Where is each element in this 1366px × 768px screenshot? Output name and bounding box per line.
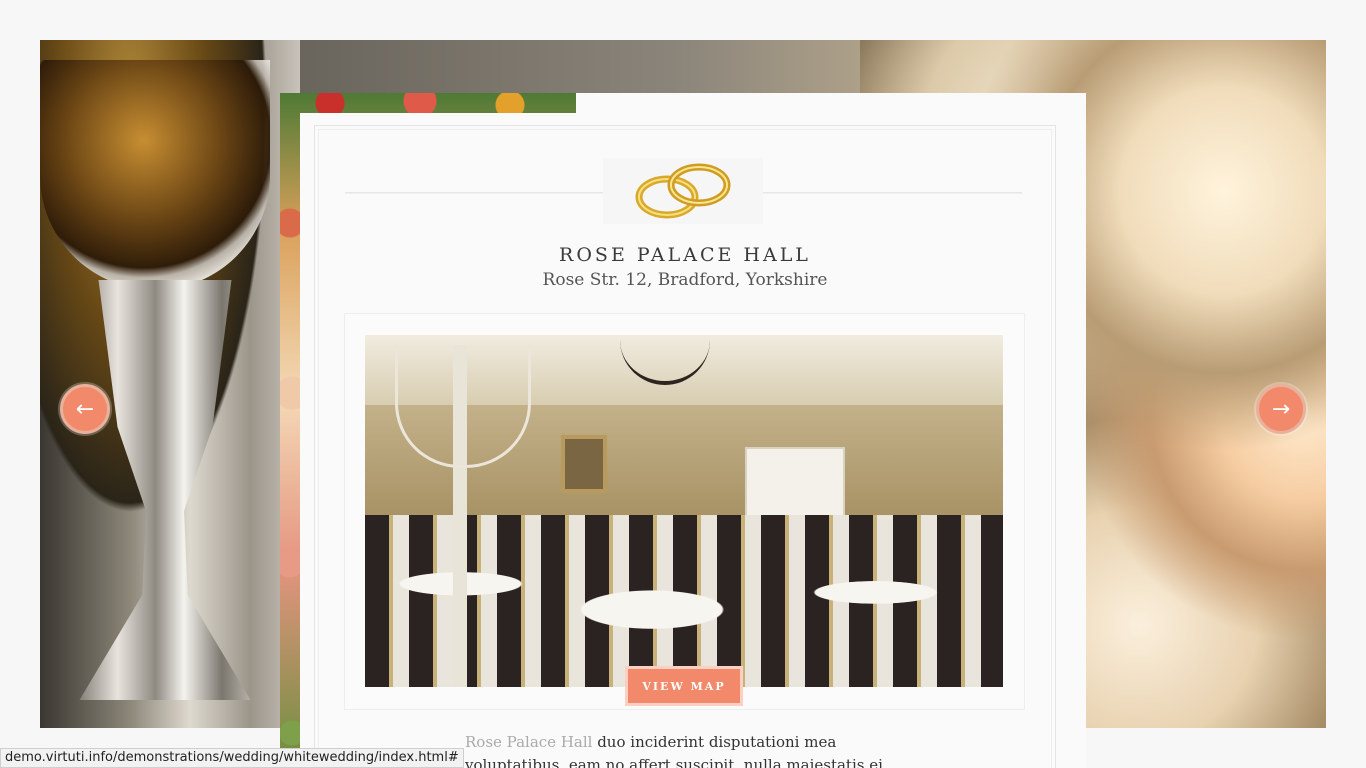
view-map-button[interactable]: VIEW MAP — [625, 666, 743, 706]
background-fabric — [300, 40, 920, 100]
venue-address: Rose Str. 12, Bradford, Yorkshire — [542, 270, 828, 290]
arrow-right-icon: → — [1271, 396, 1291, 422]
photo-candelabra — [395, 345, 531, 687]
photo-door — [745, 447, 845, 522]
venue-card: ROSE PALACE HALL Rose Str. 12, Bradford,… — [300, 113, 1086, 768]
divider-right — [763, 192, 1022, 194]
intro-line1: duo inciderint disputationi mea — [592, 733, 837, 751]
photo-painting — [561, 435, 607, 493]
slider-next-button[interactable]: → — [1256, 384, 1306, 434]
divider-left — [345, 192, 603, 194]
arrow-left-icon: ← — [75, 396, 95, 422]
goblet-stem — [79, 280, 251, 700]
venue-title: ROSE PALACE HALL — [559, 244, 811, 266]
rings-svg — [635, 163, 731, 219]
goblet-rim — [40, 60, 270, 290]
venue-photo-frame: VIEW MAP — [344, 313, 1025, 710]
status-bar-url: demo.virtuti.info/demonstrations/wedding… — [0, 748, 464, 768]
intro-line2: voluptatibus, eam no affert suscipit, nu… — [465, 756, 883, 768]
wedding-rings-icon — [603, 158, 763, 224]
venue-intro-text: Rose Palace Hall duo inciderint disputat… — [465, 731, 885, 768]
card-top-edge — [576, 93, 1086, 113]
banquet-hall-photo — [365, 335, 1003, 687]
intro-venue-link[interactable]: Rose Palace Hall — [465, 733, 592, 751]
slider-prev-button[interactable]: ← — [60, 384, 110, 434]
